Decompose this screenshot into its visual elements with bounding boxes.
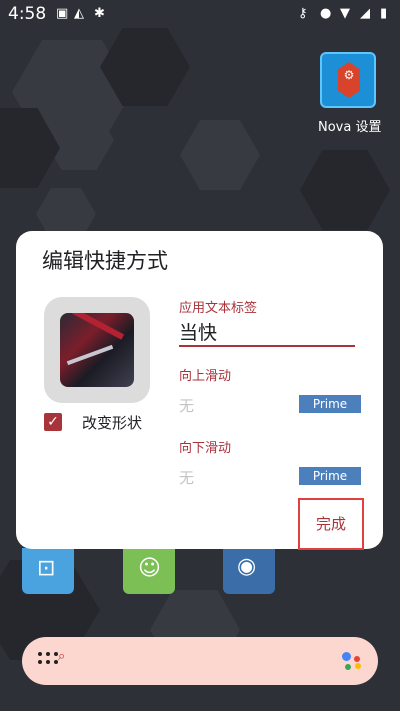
reshape-label: 改变形状 bbox=[82, 414, 143, 432]
app-icon-image bbox=[60, 313, 134, 387]
battery-icon: ▮ bbox=[380, 6, 388, 21]
done-button[interactable]: 完成 bbox=[298, 498, 364, 550]
browser-app-icon[interactable]: ◉ bbox=[223, 548, 275, 594]
google-assistant-icon[interactable] bbox=[342, 652, 364, 670]
gear-icon: ⚙ bbox=[343, 68, 355, 82]
nova-settings-label: Nova 设置 bbox=[318, 120, 382, 135]
edit-shortcut-dialog: 编辑快捷方式 ✓ 改变形状 应用文本标签 向上滑动 无 Prime 向下滑动 无… bbox=[16, 231, 383, 550]
app-label-input[interactable] bbox=[179, 317, 355, 347]
swipe-up-caption: 向上滑动 bbox=[179, 369, 232, 384]
search-bar[interactable]: ⌕ bbox=[22, 637, 378, 685]
signal-icon: ◢ bbox=[360, 6, 370, 21]
messaging-app-icon[interactable]: ☺ bbox=[123, 548, 175, 594]
search-icon: ⌕ bbox=[58, 649, 66, 664]
status-time: 4:58 bbox=[8, 4, 47, 24]
reshape-checkbox[interactable]: ✓ bbox=[44, 413, 62, 431]
contacts-app-icon[interactable]: ⊡ bbox=[22, 548, 74, 594]
dialog-title: 编辑快捷方式 bbox=[42, 249, 168, 273]
swipe-down-value[interactable]: 无 bbox=[179, 467, 194, 488]
contact-card-icon: ⊡ bbox=[37, 556, 56, 581]
app-label-caption: 应用文本标签 bbox=[179, 301, 258, 316]
nova-settings-icon: ⚙ bbox=[320, 52, 376, 108]
location-icon: ● bbox=[320, 6, 332, 21]
swipe-up-prime-badge: Prime bbox=[299, 395, 361, 413]
swipe-down-caption: 向下滑动 bbox=[179, 441, 232, 456]
bug-icon: ✱ bbox=[94, 6, 105, 21]
key-icon: ⚷ bbox=[298, 6, 308, 21]
wifi-icon: ▼ bbox=[340, 6, 350, 21]
shortcut-icon-preview[interactable] bbox=[44, 297, 150, 403]
status-bar: 4:58 ▣ ◭ ✱ ⚷ ● ▼ ◢ ▮ bbox=[0, 0, 400, 30]
cat-icon: ◭ bbox=[74, 6, 84, 21]
swipe-up-value[interactable]: 无 bbox=[179, 395, 194, 416]
swipe-down-prime-badge: Prime bbox=[299, 467, 361, 485]
notification-icon: ▣ bbox=[56, 6, 69, 21]
nova-settings-shortcut[interactable]: ⚙ Nova 设置 bbox=[318, 52, 382, 135]
chat-face-icon: ☺ bbox=[138, 556, 161, 581]
globe-icon: ◉ bbox=[237, 554, 257, 579]
